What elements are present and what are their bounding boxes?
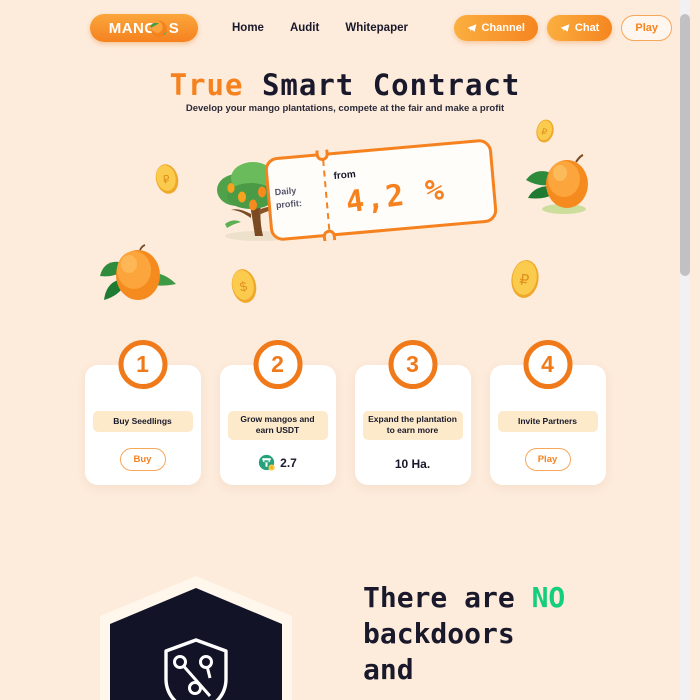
nav-link-home[interactable]: Home <box>232 22 264 34</box>
step-card-1[interactable]: 1 Buy Seedlings Buy <box>84 340 201 485</box>
bottom-line2: backdoors <box>363 616 515 650</box>
hero-title-accent: True <box>169 68 244 102</box>
step-card-4[interactable]: 4 Invite Partners Play <box>489 340 606 485</box>
chat-button-label: Chat <box>574 22 600 34</box>
ticket-left-label: Daily profit: <box>272 153 329 241</box>
step-number-badge: 1 <box>118 340 167 389</box>
step-card-2[interactable]: 2 Grow mangos and earn USDT 2.7 <box>219 340 336 485</box>
step-card-footer: 2.7 <box>258 454 297 471</box>
step-number-badge: 4 <box>523 340 572 389</box>
mango-icon <box>150 20 169 38</box>
ticket-right-content: from 4,2 % <box>332 139 489 236</box>
bottom-line1-prefix: There are <box>363 581 532 614</box>
security-shield-badge-icon <box>100 576 292 700</box>
coin-dollar-icon: $ <box>231 269 257 303</box>
step-card-footer: Buy <box>119 448 166 471</box>
mango-fruit-icon <box>526 154 588 214</box>
step-card-label: Expand the plantation to earn more <box>362 411 463 440</box>
hero-title: True Smart Contract <box>0 68 690 102</box>
hectares-value: 10 Ha. <box>394 457 431 471</box>
step-card-label: Invite Partners <box>497 411 598 432</box>
step-card-footer: Play <box>524 448 571 471</box>
telegram-icon <box>560 24 570 32</box>
play-button-nav[interactable]: Play <box>621 15 672 41</box>
step-card-footer: 10 Ha. <box>395 457 430 471</box>
mango-fruit-icon <box>100 244 176 300</box>
channel-button-label: Channel <box>481 22 525 34</box>
tether-usdt-icon <box>259 454 275 471</box>
top-navigation-bar: MANGOS Home Audit Whitepaper Channel <box>0 0 690 56</box>
coin-ruble-icon: ₽ <box>155 164 179 194</box>
no-backdoors-heading: There are NO backdoors and <box>363 580 690 687</box>
channel-button[interactable]: Channel <box>453 15 538 41</box>
page-scrollbar-track[interactable] <box>680 0 690 700</box>
site-logo[interactable]: MANGOS <box>90 14 198 42</box>
step-card-label: Grow mangos and earn USDT <box>227 411 328 440</box>
step-number-badge: 2 <box>253 340 302 389</box>
step-number-badge: 3 <box>388 340 437 389</box>
step-card-3[interactable]: 3 Expand the plantation to earn more 10 … <box>354 340 471 485</box>
page-root: MANGOS Home Audit Whitepaper Channel <box>0 0 690 700</box>
bottom-line1-accent: NO <box>531 581 566 614</box>
nav-link-audit[interactable]: Audit <box>290 22 319 34</box>
telegram-icon <box>467 24 476 32</box>
steps-card-row: 1 Buy Seedlings Buy 2 Grow mangos and ea… <box>0 340 690 485</box>
chat-button[interactable]: Chat <box>546 15 613 41</box>
buy-button[interactable]: Buy <box>119 448 166 471</box>
hero-title-rest: Smart Contract <box>261 68 521 102</box>
coin-ruble-icon: ₽ <box>536 119 554 143</box>
play-button-nav-label: Play <box>635 22 658 34</box>
hero-subtitle: Develop your mango plantations, compete … <box>185 103 505 114</box>
page-scrollbar-thumb[interactable] <box>680 14 690 276</box>
usdt-amount: 2.7 <box>280 455 297 470</box>
coin-ruble-icon: ₽ <box>511 260 539 298</box>
nav-link-whitepaper[interactable]: Whitepaper <box>345 22 408 34</box>
nav-actions: Channel Chat Play <box>453 15 672 41</box>
nav-links: Home Audit Whitepaper <box>232 22 408 34</box>
bottom-line3: and <box>363 652 414 686</box>
play-button-card[interactable]: Play <box>524 448 571 471</box>
step-card-label: Buy Seedlings <box>92 411 193 432</box>
